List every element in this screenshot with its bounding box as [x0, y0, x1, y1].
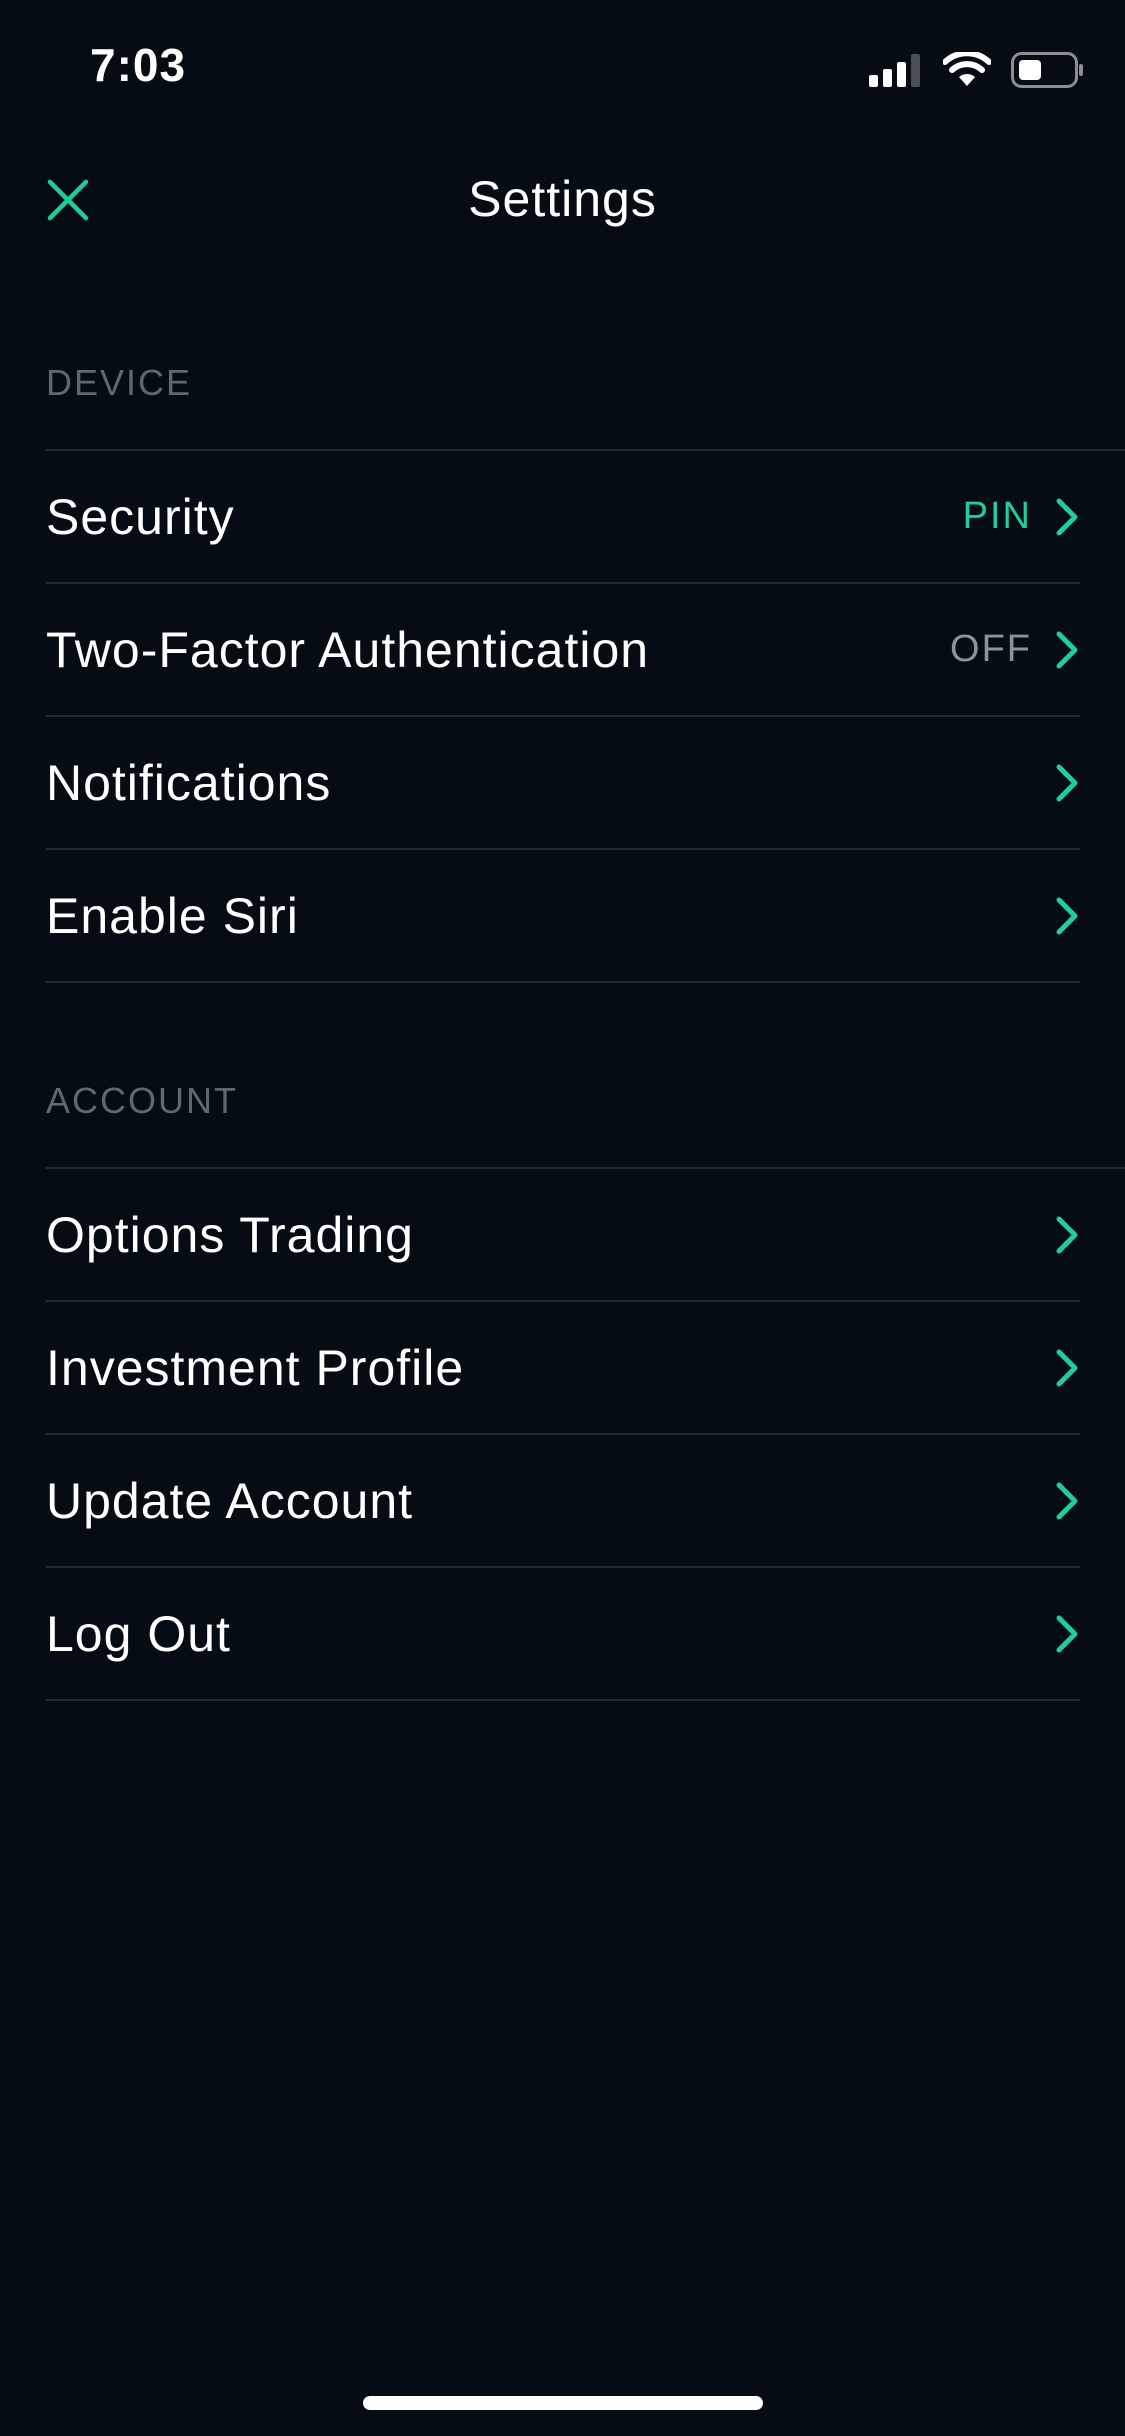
- row-accessory: [1054, 763, 1080, 803]
- row-label: Update Account: [46, 1472, 414, 1529]
- settings-row-notifications[interactable]: Notifications: [46, 717, 1080, 850]
- settings-row-security[interactable]: Security PIN: [46, 451, 1080, 584]
- row-accessory: OFF: [950, 628, 1080, 671]
- row-label: Investment Profile: [46, 1339, 465, 1396]
- row-label: Two-Factor Authentication: [46, 621, 650, 678]
- row-label: Notifications: [46, 754, 332, 811]
- row-accessory: [1054, 1348, 1080, 1388]
- settings-row-update-account[interactable]: Update Account: [46, 1435, 1080, 1568]
- row-label: Enable Siri: [46, 887, 299, 944]
- status-bar: 7:03: [0, 0, 1125, 140]
- section-header-account: ACCOUNT: [46, 1080, 238, 1121]
- settings-row-two-factor-authentication[interactable]: Two-Factor Authentication OFF: [46, 584, 1080, 717]
- status-time: 7:03: [90, 39, 187, 91]
- chevron-right-icon: [1056, 1216, 1078, 1253]
- home-indicator[interactable]: [363, 2396, 763, 2410]
- navigation-header: Settings: [0, 140, 1125, 260]
- wifi-icon: [943, 52, 991, 86]
- row-accessory: [1054, 896, 1080, 936]
- chevron-right-icon: [1056, 1349, 1078, 1386]
- page-title: Settings: [468, 171, 657, 227]
- status-icons: [869, 50, 1085, 90]
- settings-row-enable-siri[interactable]: Enable Siri: [46, 850, 1080, 983]
- chevron-right-icon: [1056, 631, 1078, 668]
- chevron-right-icon: [1056, 1615, 1078, 1652]
- chevron-right-icon: [1056, 1482, 1078, 1519]
- chevron-right-icon: [1056, 897, 1078, 934]
- row-accessory: [1054, 1614, 1080, 1654]
- chevron-right-icon: [1056, 498, 1078, 535]
- row-accessory: [1054, 1215, 1080, 1255]
- settings-row-log-out[interactable]: Log Out: [46, 1568, 1080, 1701]
- row-label: Security: [46, 488, 235, 545]
- two-factor-value: OFF: [950, 628, 1032, 670]
- chevron-right-icon: [1056, 764, 1078, 801]
- row-label: Options Trading: [46, 1206, 414, 1263]
- device-settings-list: Security PIN Two-Factor Authentication O…: [46, 451, 1080, 983]
- row-label: Log Out: [46, 1605, 231, 1662]
- account-settings-list: Options Trading Investment Profile Updat…: [46, 1169, 1080, 1701]
- cellular-signal-icon: [869, 54, 920, 87]
- settings-row-options-trading[interactable]: Options Trading: [46, 1169, 1080, 1302]
- row-accessory: PIN: [963, 495, 1080, 538]
- row-accessory: [1054, 1481, 1080, 1521]
- battery-icon: [1011, 52, 1083, 88]
- security-value: PIN: [962, 495, 1032, 537]
- settings-row-investment-profile[interactable]: Investment Profile: [46, 1302, 1080, 1435]
- section-header-device: DEVICE: [46, 362, 193, 403]
